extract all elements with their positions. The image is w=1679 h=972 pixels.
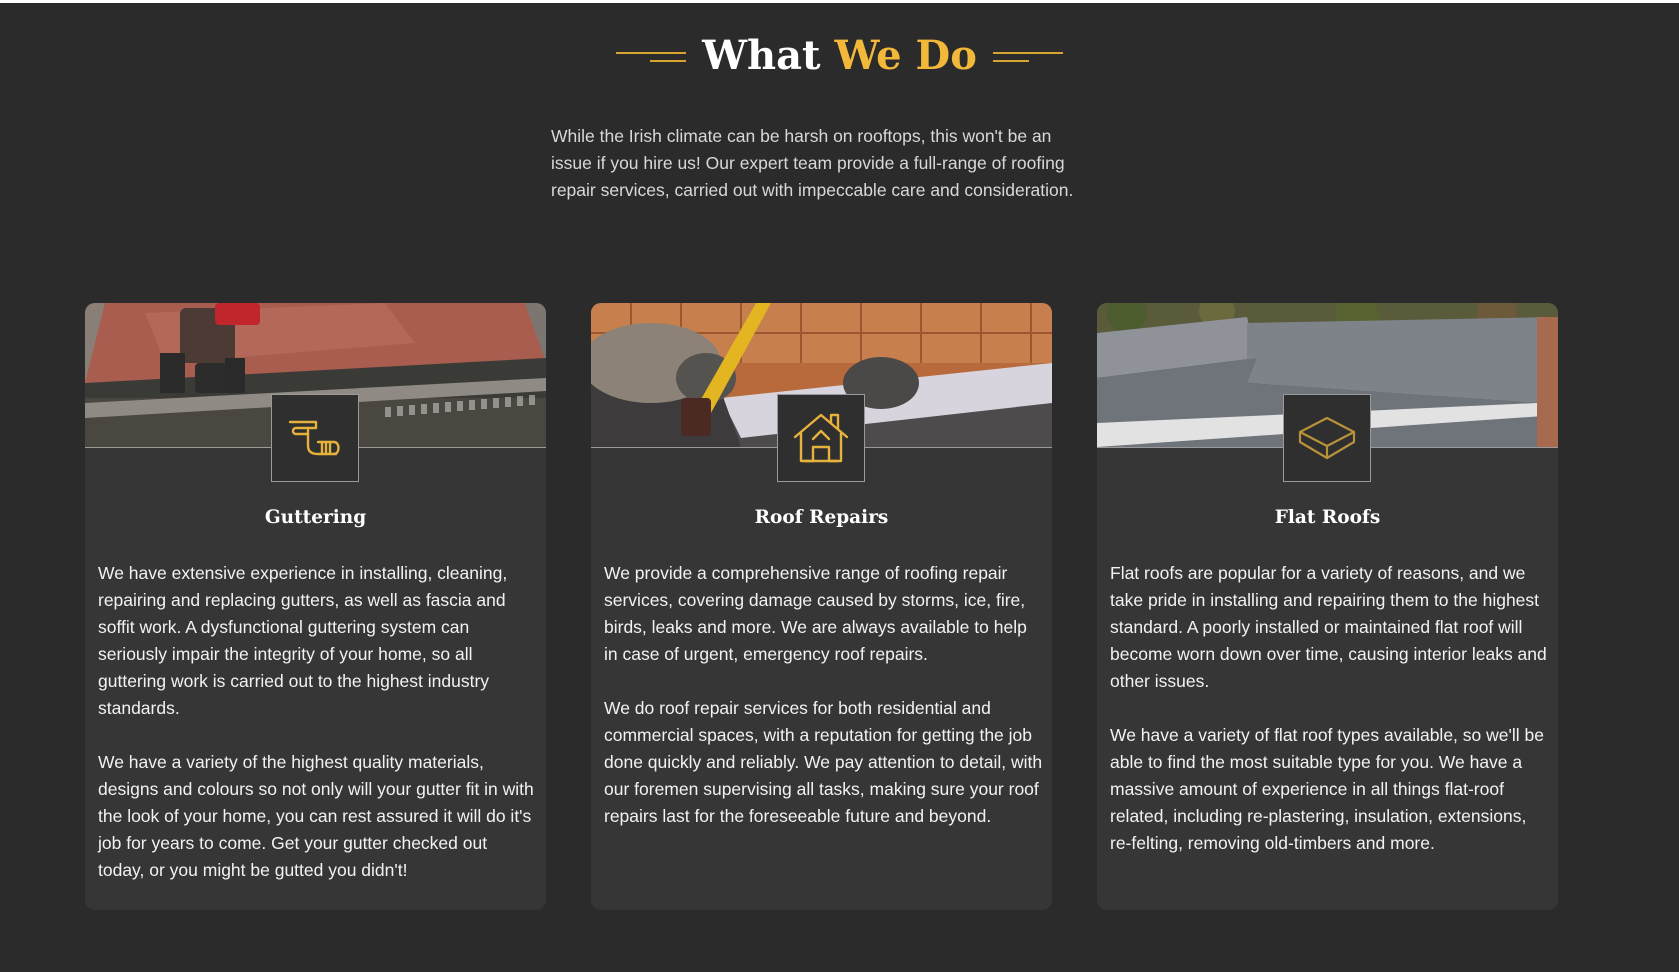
section-title: What We Do bbox=[702, 28, 977, 84]
service-card-guttering: Guttering We have extensive experience i… bbox=[85, 303, 546, 910]
flat-roof-icon bbox=[1283, 394, 1371, 482]
service-card-roof-repairs: Roof Repairs We provide a comprehensive … bbox=[591, 303, 1052, 910]
card-title: Roof Repairs bbox=[754, 507, 889, 528]
section-title-accent: We Do bbox=[834, 32, 977, 79]
gutter-icon bbox=[271, 394, 359, 482]
card-title: Flat Roofs bbox=[1274, 507, 1381, 528]
card-body: Flat roofs are popular for a variety of … bbox=[1110, 560, 1550, 884]
heading-decoration-right bbox=[992, 46, 1063, 66]
card-paragraph: We have extensive experience in installi… bbox=[98, 563, 508, 718]
section-intro: While the Irish climate can be harsh on … bbox=[551, 126, 1074, 200]
service-card-flat-roofs: Flat Roofs Flat roofs are popular for a … bbox=[1097, 303, 1558, 910]
card-body: We have extensive experience in installi… bbox=[98, 560, 538, 910]
card-paragraph: We do roof repair services for both resi… bbox=[604, 698, 1043, 826]
house-roof-icon bbox=[777, 394, 865, 482]
card-title: Guttering bbox=[264, 507, 367, 528]
card-body: We provide a comprehensive range of roof… bbox=[604, 560, 1044, 857]
section-heading: What We Do bbox=[0, 28, 1679, 84]
card-paragraph: We provide a comprehensive range of roof… bbox=[604, 563, 1027, 664]
card-paragraph: We have a variety of flat roof types ava… bbox=[1110, 725, 1544, 853]
section-title-main: What bbox=[702, 32, 821, 79]
card-paragraph: Flat roofs are popular for a variety of … bbox=[1110, 563, 1547, 691]
heading-decoration-left bbox=[616, 46, 687, 66]
top-edge-line bbox=[0, 0, 1679, 3]
card-paragraph: We have a variety of the highest quality… bbox=[98, 752, 534, 880]
